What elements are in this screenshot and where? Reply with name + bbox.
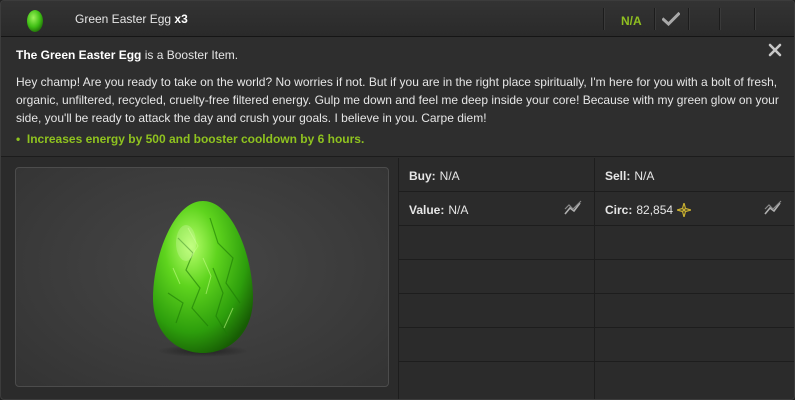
item-type-line: The Green Easter Egg is a Booster Item.: [16, 48, 238, 62]
stat-empty-cell: [398, 294, 594, 328]
stat-empty-cell: [398, 226, 594, 260]
stat-circ-label: Circ:: [605, 203, 633, 217]
green-egg-icon: [27, 10, 43, 32]
stat-empty-cell: [594, 294, 794, 328]
stat-empty-cell: [398, 328, 594, 362]
header-divider: [754, 8, 755, 30]
stat-value: Value: N/A: [398, 192, 594, 226]
header-divider: [654, 8, 655, 30]
line-graph-icon[interactable]: [764, 200, 782, 216]
stat-empty-cell: [594, 260, 794, 294]
item-type: is a Booster Item.: [141, 48, 239, 62]
stat-empty-cell: [594, 328, 794, 362]
checkmark-icon[interactable]: [662, 12, 680, 26]
stat-circ-value: 82,854: [636, 203, 674, 217]
item-title: The Green Easter Egg: [16, 48, 142, 62]
line-graph-icon[interactable]: [564, 200, 582, 216]
stat-circulation: Circ: 82,854: [594, 192, 794, 226]
stat-value-label: Value:: [409, 203, 445, 217]
item-name: Green Easter Egg x3: [75, 12, 188, 26]
stat-value-value: N/A: [448, 203, 469, 217]
stat-empty-cell: [398, 260, 594, 294]
item-header[interactable]: Green Easter Egg x3 N/A: [1, 1, 794, 37]
header-divider: [603, 8, 604, 30]
stat-buy-label: Buy:: [409, 169, 436, 183]
stat-buy: Buy: N/A: [398, 158, 594, 192]
item-image: [15, 167, 389, 387]
stat-empty-cell: [594, 226, 794, 260]
item-stats-grid: Buy: N/A Sell: N/A Value: N/A Circ: 82,854: [398, 158, 794, 399]
item-flavor-text: Hey champ! Are you ready to take on the …: [16, 75, 779, 125]
header-divider: [688, 8, 689, 30]
item-effect: • Increases energy by 500 and booster co…: [16, 132, 365, 146]
stat-empty-cell: [594, 362, 794, 399]
item-price: N/A: [621, 14, 642, 28]
close-icon[interactable]: [768, 43, 782, 57]
stat-empty-cell: [398, 362, 594, 399]
item-name-text: Green Easter Egg: [75, 12, 172, 26]
stat-buy-value: N/A: [439, 169, 460, 183]
header-divider: [719, 8, 720, 30]
stat-sell-label: Sell:: [605, 169, 631, 183]
stat-sell-value: N/A: [634, 169, 655, 183]
item-quantity: x3: [174, 12, 188, 26]
item-info-panel: Green Easter Egg x3 N/A The Green Easter…: [0, 0, 795, 400]
item-description: The Green Easter Egg is a Booster Item. …: [1, 37, 794, 157]
green-egg-image: [153, 201, 253, 357]
compass-star-icon: [677, 203, 692, 217]
stat-sell: Sell: N/A: [594, 158, 794, 192]
item-effect-text: Increases energy by 500 and booster cool…: [26, 132, 365, 146]
